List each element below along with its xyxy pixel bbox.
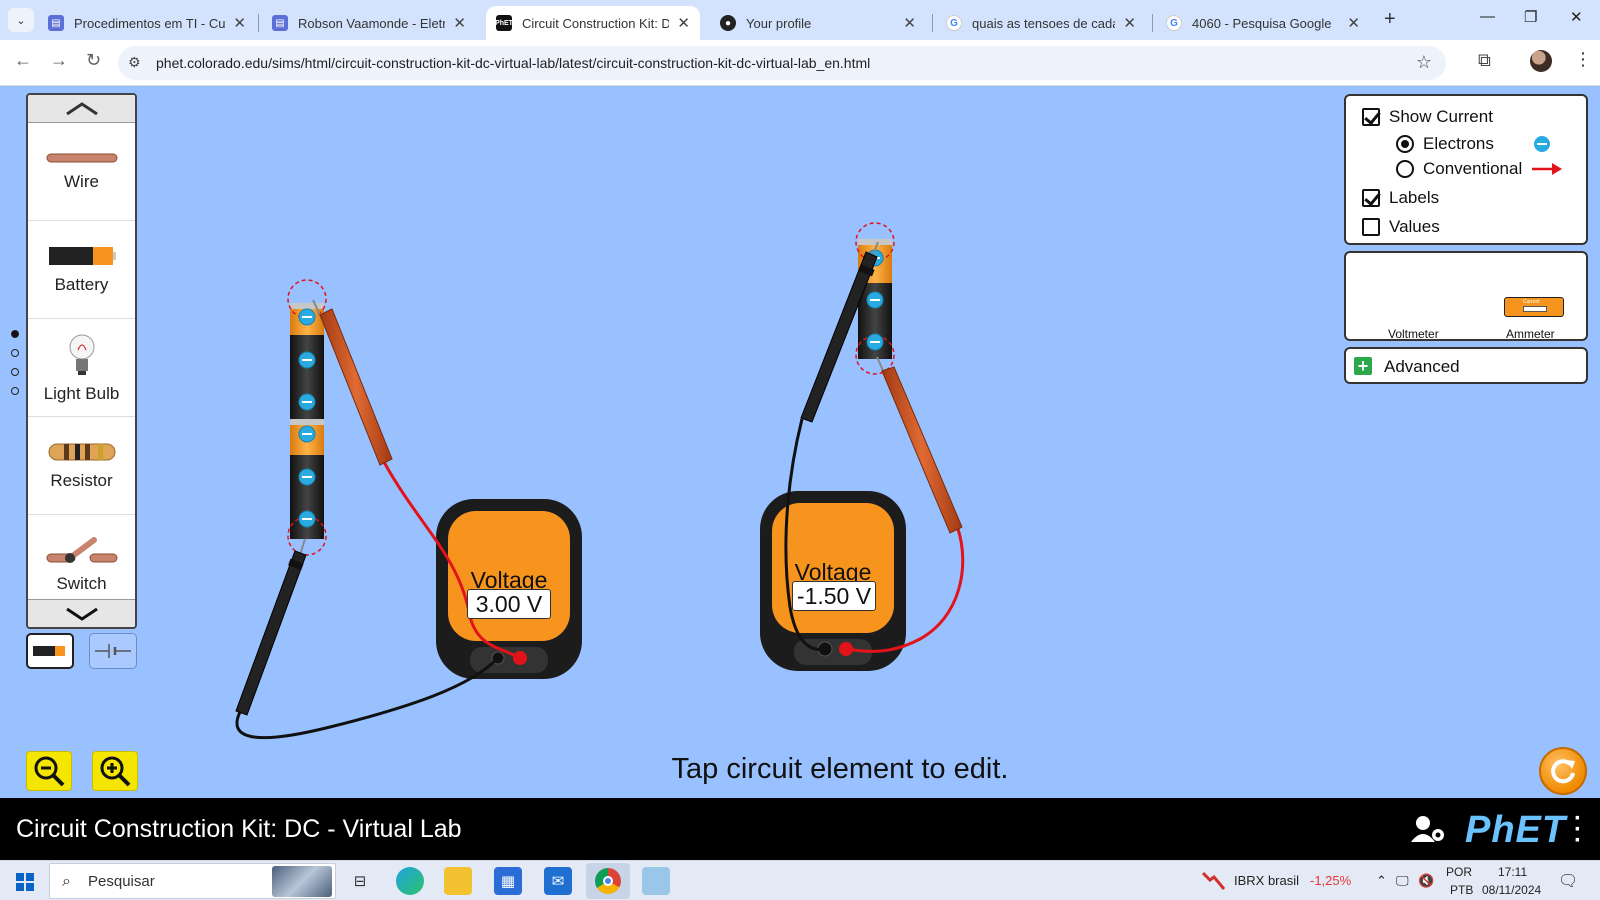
ammeter-screen: [1523, 306, 1547, 312]
labels-checkbox[interactable]: Labels: [1362, 188, 1439, 208]
preferences-user-icon[interactable]: [1410, 814, 1446, 844]
phet-icon: PhET: [495, 15, 513, 31]
reset-all-button[interactable]: [1539, 747, 1587, 795]
ammeter-tool-label[interactable]: Ammeter: [1506, 327, 1555, 341]
mail-icon[interactable]: ✉: [544, 867, 572, 895]
tab-separator: [932, 14, 933, 32]
omnibox[interactable]: ⚙ phet.colorado.edu/sims/html/circuit-co…: [118, 46, 1446, 80]
voltmeter-left-reading: 3.00 V: [467, 589, 551, 619]
notifications-icon[interactable]: 🗨: [1558, 871, 1578, 891]
new-tab-button[interactable]: +: [1384, 8, 1396, 31]
chrome-taskbar-button[interactable]: [586, 863, 630, 899]
task-view-icon[interactable]: ⊟: [346, 867, 374, 895]
tab-your-profile[interactable]: ● Your profile ✕: [710, 6, 926, 40]
tab-separator: [1152, 14, 1153, 32]
network-icon[interactable]: 🖵: [1396, 873, 1409, 889]
electrons-radio[interactable]: Electrons: [1396, 134, 1494, 154]
electron-icon: [1534, 136, 1550, 152]
phet-menu-icon[interactable]: · · ·: [1574, 807, 1582, 853]
search-icon: ⌕: [62, 873, 71, 890]
close-window-button[interactable]: ✕: [1570, 8, 1583, 26]
tab-google-4060[interactable]: G 4060 - Pesquisa Google ✕: [1156, 6, 1370, 40]
clock-date[interactable]: 08/11/2024: [1482, 883, 1541, 897]
sim-title: Circuit Construction Kit: DC - Virtual L…: [16, 815, 462, 843]
taskbar-search-input[interactable]: ⌕ Pesquisar: [49, 863, 336, 899]
stock-name[interactable]: IBRX brasil: [1234, 873, 1299, 888]
reload-button[interactable]: ↻: [86, 50, 101, 71]
stock-change[interactable]: -1,25%: [1310, 873, 1351, 888]
phet-logo[interactable]: PhET: [1465, 809, 1566, 852]
microsoft-store-icon[interactable]: ▦: [494, 867, 522, 895]
sim-play-area: Wire Battery Light Bulb Resistor Switch: [0, 87, 1600, 798]
tab-google-tensoes[interactable]: G quais as tensoes de cada tipo ✕: [936, 6, 1146, 40]
windows-taskbar: ⌕ Pesquisar ⊟ ▦ ✉ IBRX brasil -1,25% ⌃ 🖵…: [0, 860, 1600, 900]
close-tab-icon[interactable]: ✕: [453, 14, 466, 32]
address-bar: ← → ↻ ⚙ phet.colorado.edu/sims/html/circ…: [0, 40, 1600, 86]
values-checkbox[interactable]: Values: [1362, 217, 1440, 237]
close-tab-icon[interactable]: ✕: [677, 14, 690, 32]
conventional-radio[interactable]: Conventional: [1396, 159, 1522, 179]
file-explorer-icon[interactable]: [444, 867, 472, 895]
checkbox-checked-icon: [1362, 189, 1380, 207]
restore-button[interactable]: ❐: [1524, 8, 1537, 26]
checkbox-checked-icon: [1362, 108, 1380, 126]
browser-menu-icon[interactable]: ⋮: [1574, 49, 1592, 70]
site-settings-icon[interactable]: ⚙: [128, 54, 141, 71]
voltmeter-tool-label[interactable]: Voltmeter: [1388, 327, 1439, 341]
show-current-checkbox[interactable]: Show Current: [1362, 107, 1493, 127]
radio-unselected-icon: [1396, 160, 1414, 178]
bookmark-star-icon[interactable]: ☆: [1416, 52, 1432, 73]
back-button[interactable]: ←: [14, 50, 32, 71]
close-tab-icon[interactable]: ✕: [1347, 14, 1360, 32]
search-highlight-image: [272, 866, 332, 897]
google-icon: G: [1166, 15, 1182, 31]
url-text[interactable]: phet.colorado.edu/sims/html/circuit-cons…: [156, 55, 870, 71]
forms-icon: ▤: [48, 15, 64, 31]
edge-browser-icon[interactable]: [396, 867, 424, 895]
phet-navigation-bar: Circuit Construction Kit: DC - Virtual L…: [0, 798, 1600, 860]
forward-button[interactable]: →: [50, 50, 68, 71]
clock-time[interactable]: 17:11: [1498, 865, 1527, 879]
black-probe-left[interactable]: [235, 538, 307, 716]
tray-overflow-icon[interactable]: ⌃: [1376, 873, 1387, 889]
red-probe-left[interactable]: [312, 299, 393, 466]
chrome-icon: [595, 868, 621, 894]
checkbox-unchecked-icon: [1362, 218, 1380, 236]
expand-plus-icon[interactable]: +: [1354, 357, 1372, 375]
voltmeter-right-reading: -1.50 V: [792, 581, 876, 611]
tab-circuit-construction-kit[interactable]: PhET Circuit Construction Kit: DC - ✕: [486, 6, 700, 40]
github-icon: ●: [720, 15, 736, 31]
ammeter-tool[interactable]: Current: [1504, 297, 1564, 317]
language-bottom[interactable]: PTB: [1450, 883, 1473, 897]
windows-start-icon[interactable]: [16, 873, 34, 891]
tab-bar: ⌄ ▤ Procedimentos em TI - Curso ✕ ▤ Robs…: [0, 0, 1600, 40]
close-tab-icon[interactable]: ✕: [233, 14, 246, 32]
radio-selected-icon: [1396, 135, 1414, 153]
view-options-panel: Show Current Electrons Conventional Labe…: [1344, 94, 1588, 245]
language-top[interactable]: POR: [1446, 865, 1472, 879]
volume-muted-icon[interactable]: 🔇: [1418, 873, 1434, 889]
forms-icon: ▤: [272, 15, 288, 31]
conventional-current-arrow-icon: [1532, 163, 1562, 175]
tab-robson[interactable]: ▤ Robson Vaamonde - Eletricid ✕: [262, 6, 476, 40]
reset-icon: [1551, 759, 1575, 784]
tab-search-button[interactable]: ⌄: [8, 8, 34, 32]
extensions-icon[interactable]: ⧉: [1478, 50, 1491, 71]
advanced-panel[interactable]: + Advanced: [1344, 347, 1588, 384]
tab-separator: [258, 14, 259, 32]
profile-avatar[interactable]: [1530, 50, 1552, 72]
hint-text: Tap circuit element to edit.: [671, 753, 1009, 785]
notepad-icon[interactable]: [642, 867, 670, 895]
minimize-button[interactable]: —: [1480, 8, 1495, 25]
tab-procedimentos[interactable]: ▤ Procedimentos em TI - Curso ✕: [38, 6, 256, 40]
sensor-toolbox-panel: Voltmeter Current Ammeter: [1344, 251, 1588, 341]
close-tab-icon[interactable]: ✕: [1123, 14, 1136, 32]
google-icon: G: [946, 15, 962, 31]
stock-chart-icon: [1202, 871, 1226, 890]
close-tab-icon[interactable]: ✕: [903, 14, 916, 32]
